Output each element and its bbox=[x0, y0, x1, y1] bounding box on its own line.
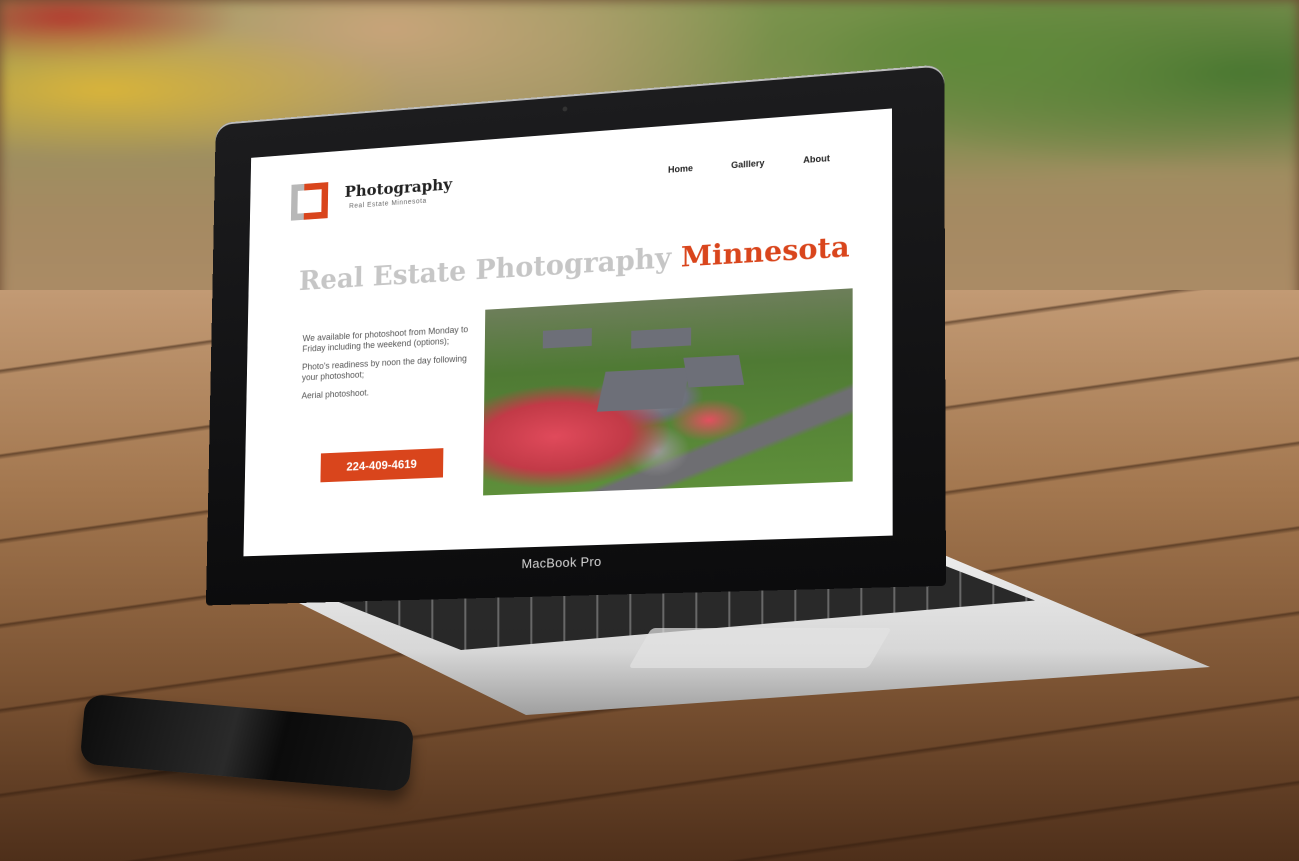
main-nav: Home Galllery About bbox=[668, 153, 830, 175]
nav-about[interactable]: About bbox=[803, 153, 830, 165]
hero-title: Real Estate Photography Minnesota bbox=[299, 230, 850, 297]
info-line: Photo's readiness by noon the day follow… bbox=[302, 353, 476, 383]
nav-home[interactable]: Home bbox=[668, 163, 693, 175]
info-line: Aerial photoshoot. bbox=[301, 382, 475, 401]
webcam bbox=[563, 106, 568, 111]
phone-call-button[interactable]: 224-409-4619 bbox=[320, 448, 443, 482]
site-header: Photography Real Estate Minnesota Home G… bbox=[250, 108, 892, 232]
hero-title-main: Real Estate Photography bbox=[299, 242, 672, 297]
nav-gallery[interactable]: Galllery bbox=[731, 158, 764, 170]
service-info: We available for photoshoot from Monday … bbox=[301, 324, 476, 409]
hero-title-accent: Minnesota bbox=[681, 230, 850, 274]
laptop: Photography Real Estate Minnesota Home G… bbox=[0, 0, 1299, 861]
info-line: We available for photoshoot from Monday … bbox=[302, 324, 476, 355]
photo-scene: Photography Real Estate Minnesota Home G… bbox=[0, 0, 1299, 861]
laptop-trackpad bbox=[628, 628, 891, 668]
website-screen: Photography Real Estate Minnesota Home G… bbox=[243, 108, 892, 556]
laptop-lid: Photography Real Estate Minnesota Home G… bbox=[206, 64, 946, 605]
aerial-house-photo bbox=[483, 288, 853, 495]
logo-icon[interactable] bbox=[291, 182, 328, 221]
logo-title[interactable]: Photography bbox=[345, 175, 453, 201]
